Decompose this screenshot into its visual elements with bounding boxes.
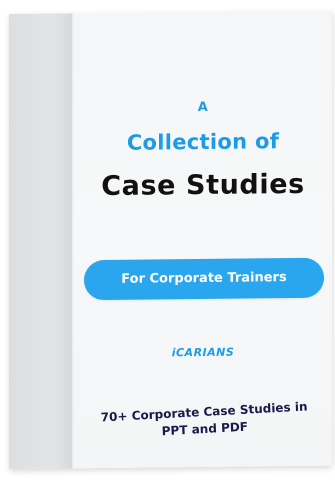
book-spine xyxy=(9,13,72,470)
cover-pre-title: A xyxy=(197,99,209,116)
book-cover: A Collection of Case Studies For Corpora… xyxy=(9,10,332,470)
cover-content: A Collection of Case Studies For Corpora… xyxy=(74,11,332,469)
cover-title-line-2: Case Studies xyxy=(101,168,305,203)
audience-badge: For Corporate Trainers xyxy=(84,257,324,301)
cover-title-line-1: Collection of xyxy=(126,129,280,155)
cover-tagline: 70+ Corporate Case Studies in PPT and PD… xyxy=(100,399,308,439)
brand-logo: iCARIANS xyxy=(171,345,235,360)
